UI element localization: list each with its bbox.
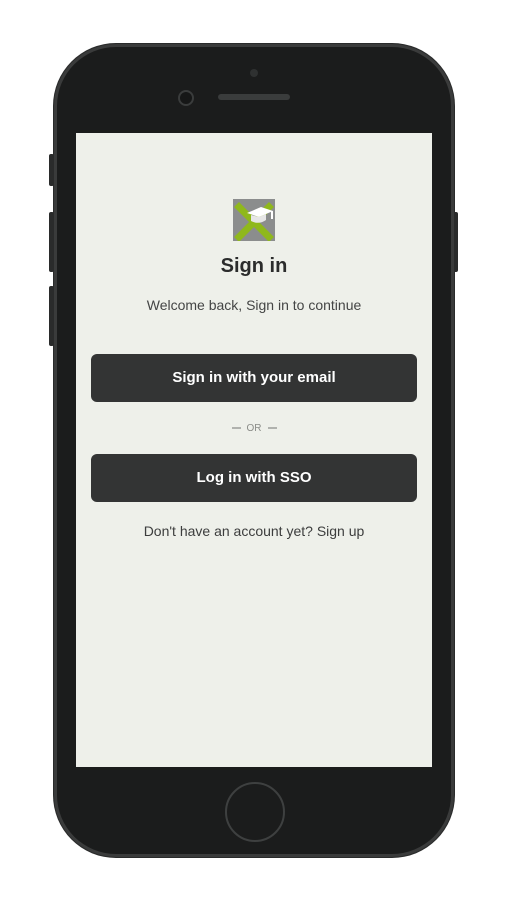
signup-prompt-text: Don't have an account yet? [143,523,313,539]
or-divider: OR [76,420,432,436]
camera-icon [250,69,258,77]
sso-login-button[interactable]: Log in with SSO [91,454,417,502]
app-logo-icon [233,199,275,241]
earpiece-speaker [218,94,290,100]
front-sensor-icon [178,90,194,106]
divider-label: OR [246,422,262,434]
divider-line-left [231,427,241,429]
sign-up-link[interactable]: Sign up [317,523,364,539]
page-subtitle: Welcome back, Sign in to continue [146,297,362,313]
sign-in-email-button[interactable]: Sign in with your email [91,354,417,402]
page-title: Sign in [220,255,288,277]
home-button[interactable] [225,782,285,842]
signup-prompt-row: Don't have an account yet? Sign up [76,523,432,539]
divider-line-right [267,427,277,429]
app-screen: Sign in Welcome back, Sign in to continu… [76,133,432,767]
device-mockup: Sign in Welcome back, Sign in to continu… [0,0,507,900]
